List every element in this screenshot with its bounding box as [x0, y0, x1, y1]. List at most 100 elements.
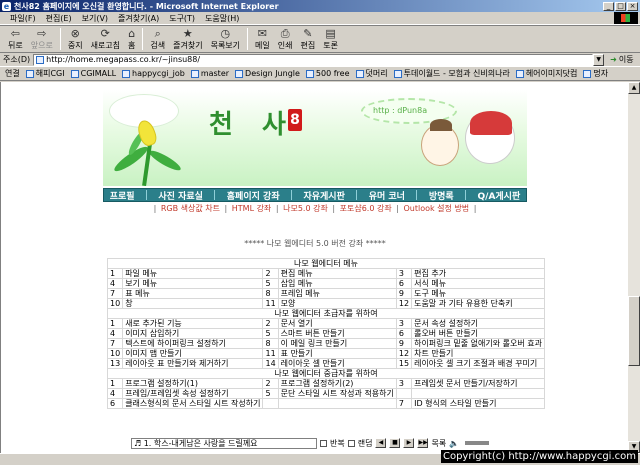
- sublink-html[interactable]: HTML 강좌: [232, 204, 272, 213]
- prev-track-button[interactable]: ◀: [375, 438, 387, 448]
- search-button[interactable]: ⌕ 검색: [146, 26, 169, 52]
- print-button[interactable]: ⎙ 인쇄: [274, 26, 297, 52]
- lesson-link[interactable]: 텍스트에 하이퍼링크 설정하기: [122, 338, 264, 349]
- table-row: 6 클래스형식의 문서 스타일 시트 작성하기 7 ID 형식의 스타일 만들기: [106, 398, 546, 409]
- maximize-button[interactable]: □: [615, 1, 626, 11]
- next-track-button[interactable]: ▶▶: [417, 438, 429, 448]
- lesson-link[interactable]: 프레임 메뉴: [277, 288, 397, 299]
- lesson-link[interactable]: 이미지 맵 만들기: [122, 348, 264, 359]
- lesson-link[interactable]: 새로 추가된 기능: [122, 318, 264, 329]
- go-button[interactable]: ➜ 이동: [610, 54, 633, 65]
- discuss-button[interactable]: ▤ 토론: [319, 26, 342, 52]
- stop-track-button[interactable]: ■: [389, 438, 401, 448]
- sublink-outlook[interactable]: Outlook 설정 방법: [403, 204, 469, 213]
- menu-tools[interactable]: 도구(T): [169, 13, 195, 24]
- address-input[interactable]: http://home.megapass.co.kr/~jinsu88/: [33, 53, 594, 66]
- link-item[interactable]: 500 free: [305, 69, 350, 78]
- lesson-link[interactable]: 보기 메뉴: [122, 278, 264, 289]
- lesson-link[interactable]: 스마트 버튼 만들기: [277, 328, 397, 339]
- table-row: 1 파일 메뉴 2 편집 메뉴 3 편집 추가: [106, 268, 546, 279]
- toolbar-divider: [247, 28, 249, 50]
- nav-qa-board[interactable]: Q/A게시판: [478, 189, 521, 202]
- lesson-link[interactable]: 파일 메뉴: [122, 268, 264, 279]
- lesson-link[interactable]: 프레임셋 문서 만들기/저장하기: [411, 378, 546, 389]
- edit-button[interactable]: ✎ 편집: [297, 26, 320, 52]
- lesson-link[interactable]: 도움말 과 기타 유용한 단축키: [411, 298, 546, 309]
- volume-slider[interactable]: [465, 441, 490, 445]
- nav-free-board[interactable]: 자유게시판: [303, 189, 344, 202]
- lesson-link[interactable]: 표 메뉴: [122, 288, 264, 299]
- forward-button[interactable]: ⇨ 앞으로: [27, 26, 57, 52]
- favorites-button[interactable]: ★ 즐겨찾기: [169, 26, 206, 52]
- link-item[interactable]: CGIMALL: [70, 69, 116, 78]
- mail-button[interactable]: ✉ 메일: [251, 26, 274, 52]
- lesson-link[interactable]: 차트 만들기: [411, 348, 546, 359]
- close-button[interactable]: ×: [627, 1, 638, 11]
- play-button[interactable]: ▶: [403, 438, 415, 448]
- random-checkbox[interactable]: [347, 439, 355, 447]
- address-dropdown-button[interactable]: ▼: [593, 53, 605, 66]
- lesson-link[interactable]: 삽입 메뉴: [277, 278, 397, 289]
- nav-photo-archive[interactable]: 사진 자료실: [158, 189, 203, 202]
- link-item[interactable]: 투데이월드 - 모험과 신비의나라: [393, 68, 510, 79]
- lesson-link[interactable]: 편집 추가: [411, 268, 546, 279]
- lesson-number: [395, 388, 413, 399]
- refresh-button[interactable]: ⟳ 새로고침: [87, 26, 124, 52]
- stop-button[interactable]: ⊗ 중지: [64, 26, 87, 52]
- menu-favorites[interactable]: 즐겨찾기(A): [118, 13, 159, 24]
- lesson-link[interactable]: 프로그램 설정하기(1): [122, 378, 264, 389]
- nav-guestbook[interactable]: 방명록: [429, 189, 454, 202]
- lesson-link[interactable]: 모양: [277, 298, 397, 309]
- link-item[interactable]: 멍자: [583, 68, 608, 79]
- lesson-link[interactable]: 편집 메뉴: [277, 268, 397, 279]
- song-select[interactable]: ♬ 1. 학스-내게남은 사랑을 드릴께요: [131, 437, 317, 449]
- playlist-button[interactable]: 목록: [431, 438, 446, 449]
- nav-humor-corner[interactable]: 유머 코너: [369, 189, 405, 202]
- lesson-link[interactable]: 클래스형식의 문서 스타일 시트 작성하기: [122, 398, 264, 409]
- minimize-button[interactable]: _: [603, 1, 614, 11]
- lesson-link[interactable]: 레이아웃 표 만들기와 제거하기: [122, 358, 264, 369]
- repeat-checkbox[interactable]: [320, 439, 327, 447]
- lesson-link[interactable]: 하이퍼링크 밑줄 없애기와 롤오버 효과: [411, 338, 546, 349]
- scroll-thumb[interactable]: [628, 296, 640, 366]
- sublink-photoshop[interactable]: 포토샵6.0 강좌: [340, 204, 392, 213]
- link-item[interactable]: 헤어이미지닷컴: [515, 68, 577, 79]
- vertical-scrollbar[interactable]: ▲ ▼: [628, 82, 640, 453]
- table-row: 1 새로 추가된 기능 2 문서 열기 3 문서 속성 설정하기: [106, 318, 546, 329]
- lesson-link[interactable]: 문서 속성 설정하기: [411, 318, 546, 329]
- sublink-rgb-chart[interactable]: RGB 색상값 차트: [161, 204, 220, 213]
- lesson-link[interactable]: 문서 열기: [277, 318, 397, 329]
- lesson-link[interactable]: 창: [122, 298, 264, 309]
- lesson-link[interactable]: 문단 스타일 시트 작성과 적용하기: [277, 388, 397, 399]
- lesson-link[interactable]: 서식 메뉴: [411, 278, 546, 289]
- back-button[interactable]: ⇦ 뒤로: [4, 26, 27, 52]
- lesson-link[interactable]: 이 메일 링크 만들기: [277, 338, 397, 349]
- menu-edit[interactable]: 편집(E): [46, 13, 72, 24]
- lesson-link[interactable]: 레이아웃 셀 크기 조절과 배경 꾸미기: [411, 358, 546, 369]
- nav-profile[interactable]: 프로필: [110, 189, 135, 202]
- lesson-number: 5: [262, 328, 279, 339]
- lesson-link[interactable]: ID 형식의 스타일 만들기: [411, 398, 546, 409]
- history-button[interactable]: ◷ 목록보기: [207, 26, 244, 52]
- lesson-link[interactable]: 프레임/프레임셋 속성 설정하기: [122, 388, 264, 399]
- link-item[interactable]: Design Jungle: [235, 69, 300, 78]
- menu-file[interactable]: 파일(F): [10, 13, 36, 24]
- lesson-link[interactable]: 롤오버 버튼 만들기: [411, 328, 546, 339]
- lesson-link[interactable]: 표 만들기: [277, 348, 397, 359]
- lesson-link[interactable]: 프로그램 설정하기(2): [277, 378, 397, 389]
- nav-homepage-lessons[interactable]: 홈페이지 강좌: [227, 189, 280, 202]
- lesson-link[interactable]: 레이아웃 셀 만들기: [277, 358, 397, 369]
- scroll-up-button[interactable]: ▲: [628, 82, 640, 94]
- menu-help[interactable]: 도움말(H): [205, 13, 239, 24]
- lesson-link[interactable]: [277, 398, 397, 409]
- link-item[interactable]: master: [190, 69, 229, 78]
- sublink-namo[interactable]: 나모5.0 강좌: [283, 204, 328, 213]
- lesson-link[interactable]: 도구 메뉴: [411, 288, 546, 299]
- link-item[interactable]: 덧머리: [355, 68, 388, 79]
- lesson-link[interactable]: [411, 388, 546, 399]
- home-button[interactable]: ⌂ 홈: [124, 26, 139, 52]
- link-item[interactable]: happycgi_job: [122, 69, 185, 78]
- link-item[interactable]: 해피CGI: [25, 68, 65, 79]
- menu-view[interactable]: 보기(V): [82, 13, 108, 24]
- lesson-link[interactable]: 이미지 삽입하기: [122, 328, 264, 339]
